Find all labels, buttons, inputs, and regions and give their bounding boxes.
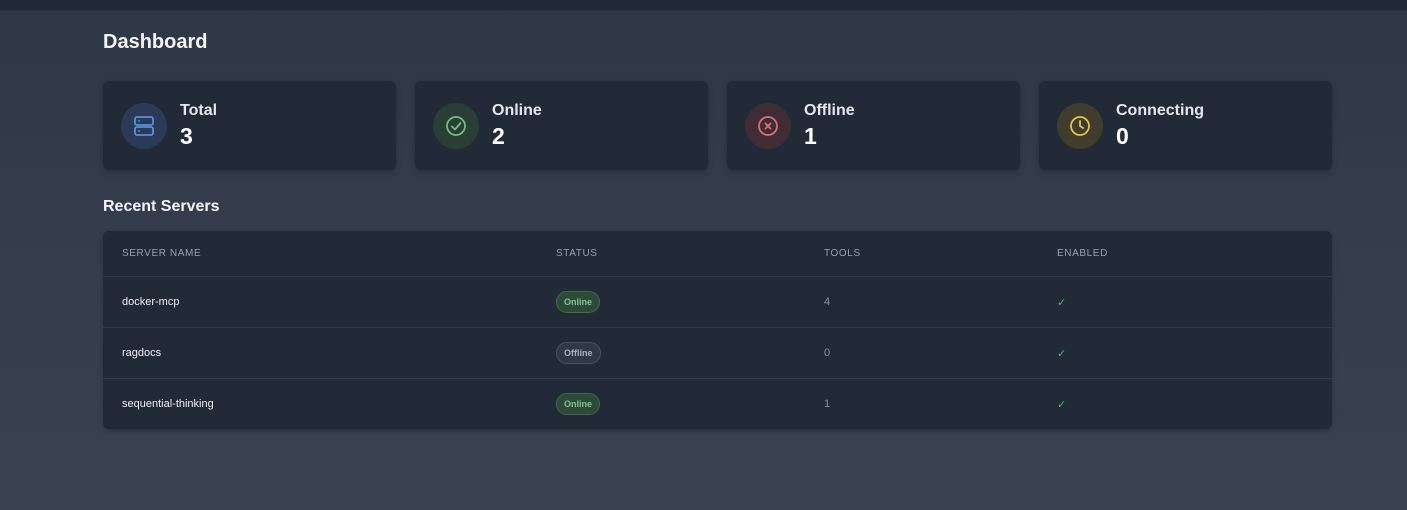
stat-label: Offline	[804, 102, 855, 119]
tools-count: 4	[824, 276, 1057, 328]
server-name: ragdocs	[103, 327, 556, 379]
page-title: Dashboard	[103, 31, 208, 53]
enabled-check: ✓	[1057, 378, 1332, 429]
table-row[interactable]: sequential-thinking Online 1 ✓	[103, 378, 1332, 429]
stat-label: Online	[492, 102, 542, 119]
enabled-check: ✓	[1057, 327, 1332, 379]
stat-card-connecting: Connecting 0	[1039, 81, 1332, 170]
check-circle-icon	[433, 103, 479, 149]
stat-label: Total	[180, 102, 218, 119]
x-circle-icon	[745, 103, 791, 149]
table-header-row: SERVER NAME STATUS TOOLS ENABLED	[103, 231, 1332, 277]
tools-count: 0	[824, 327, 1057, 379]
stat-value: 3	[180, 123, 193, 149]
recent-servers-title: Recent Servers	[103, 198, 220, 215]
column-header-tools: TOOLS	[824, 248, 861, 259]
stat-card-offline: Offline 1	[727, 81, 1020, 170]
stat-label: Connecting	[1116, 102, 1204, 119]
enabled-check: ✓	[1057, 276, 1332, 328]
status-badge: Online	[556, 291, 601, 313]
clock-icon	[1057, 103, 1103, 149]
tools-count: 1	[824, 378, 1057, 429]
column-header-server-name: SERVER NAME	[122, 248, 202, 259]
column-header-status: STATUS	[556, 248, 598, 259]
stat-value: 1	[804, 123, 817, 149]
status-badge: Offline	[556, 342, 601, 364]
stat-card-online: Online 2	[415, 81, 708, 170]
server-name: docker-mcp	[103, 276, 556, 328]
table-row[interactable]: docker-mcp Online 4 ✓	[103, 276, 1332, 328]
top-bar	[0, 0, 1407, 11]
dashboard-content: Dashboard Total 3 Online 2 Offline 1 Con…	[103, 29, 1332, 429]
server-icon	[121, 103, 167, 149]
column-header-enabled: ENABLED	[1057, 248, 1108, 259]
stats-row: Total 3 Online 2 Offline 1 Connecting 0	[103, 81, 1332, 170]
stat-card-total: Total 3	[103, 81, 396, 170]
server-name: sequential-thinking	[103, 378, 556, 429]
table-row[interactable]: ragdocs Offline 0 ✓	[103, 327, 1332, 379]
stat-value: 0	[1116, 123, 1129, 149]
status-badge: Online	[556, 393, 601, 415]
recent-servers-table: SERVER NAME STATUS TOOLS ENABLED docker-…	[103, 231, 1332, 429]
stat-value: 2	[492, 123, 505, 149]
